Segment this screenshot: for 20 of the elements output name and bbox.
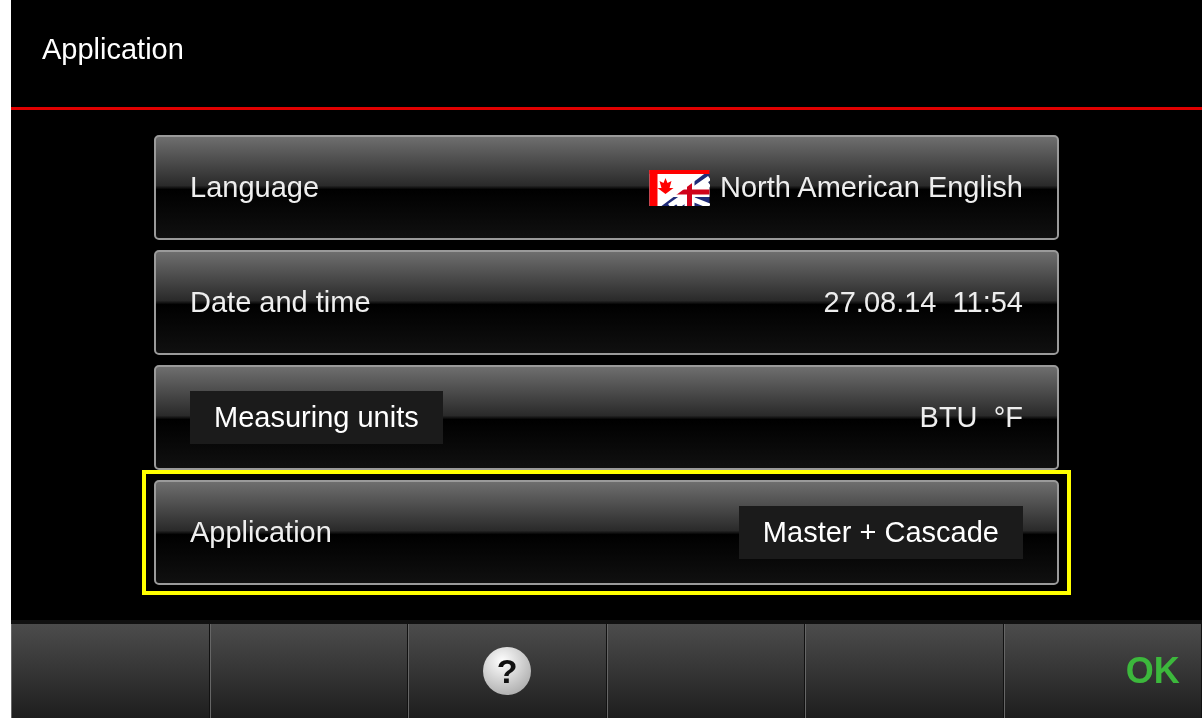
blank-button[interactable] [805,624,1004,718]
flag-icon [648,169,710,206]
setting-row-button[interactable]: Measuring units BTU °F [154,365,1059,470]
blank-button[interactable] [11,624,210,718]
screen-title: Application [42,33,184,66]
setting-label: Language [190,171,320,204]
setting-label: Date and time [190,286,371,319]
setting-value: North American English [719,171,1023,204]
callout-label: Measuring units [190,391,443,444]
help-button[interactable]: ? [408,624,607,718]
callout-label: Master + Cascade [738,506,1023,559]
setting-row-button[interactable]: Date and time 27.08.14 11:54 [154,250,1059,355]
ok-button[interactable]: OK [1003,624,1202,718]
setting-label: Application [190,516,332,549]
setting-value: 27.08.14 11:54 [823,286,1023,319]
setting-value: BTU °F [919,401,1023,434]
setting-row-button[interactable]: Language North American English [154,135,1059,240]
setting-row-button[interactable]: Application Master + Cascade [154,480,1059,585]
blank-button[interactable] [606,624,805,718]
blank-button[interactable] [209,624,408,718]
